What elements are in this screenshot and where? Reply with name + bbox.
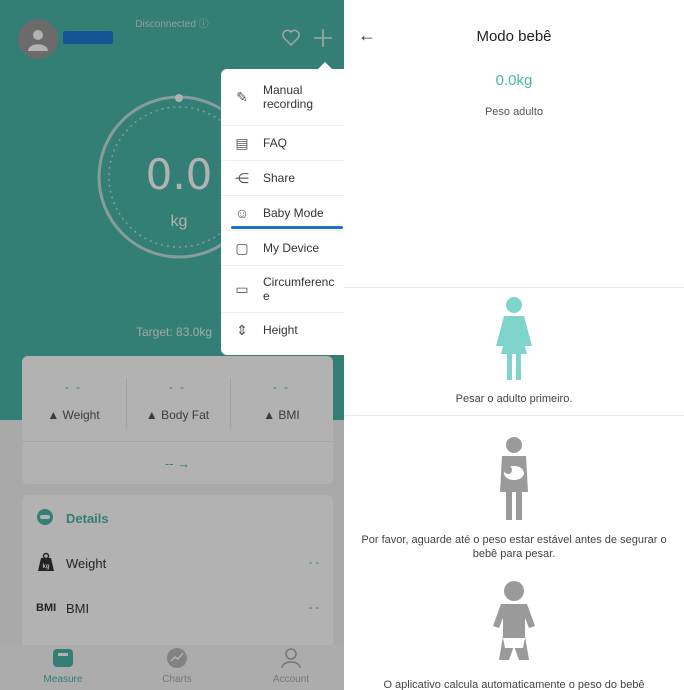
book-icon: ▤	[235, 134, 249, 151]
baby-icon: ☺	[234, 205, 250, 221]
ruler-icon: ▭	[235, 280, 249, 297]
device-icon: ▢	[235, 239, 249, 256]
menu-item-my-device[interactable]: ▢ My Device	[221, 231, 344, 266]
menu-item-circumference[interactable]: ▭ Circumference	[221, 266, 344, 313]
height-icon: ⇕	[236, 321, 248, 338]
baby-mode-screen: ← Modo bebê 0.0kg Peso adulto Pesar o ad…	[344, 0, 684, 690]
adult-weight-label: Peso adulto	[484, 106, 544, 118]
selection-highlight	[231, 226, 343, 229]
adult-weight-value: 0.0kg	[495, 72, 533, 89]
menu-item-manual-recording[interactable]: ✎ Manual recording	[221, 69, 344, 126]
page-title: Modo bebê	[476, 28, 552, 45]
baby-figure-icon	[344, 580, 684, 675]
step2-text: Por favor, aguarde até o peso estar está…	[361, 534, 667, 560]
menu-caret	[318, 62, 332, 69]
menu-item-height[interactable]: ⇕ Height	[221, 313, 344, 347]
share-icon: ⋲	[235, 169, 249, 186]
adult-figure-icon	[344, 296, 684, 387]
step3-text: O aplicativo calcula automaticamente o p…	[383, 679, 645, 690]
divider	[344, 415, 684, 416]
divider	[344, 287, 684, 288]
edit-icon: ✎	[236, 88, 248, 105]
menu-item-share[interactable]: ⋲ Share	[221, 161, 344, 196]
menu-item-faq[interactable]: ▤ FAQ	[221, 126, 344, 161]
dropdown-menu: ✎ Manual recording ▤ FAQ ⋲ Share ☺ Baby …	[221, 62, 344, 355]
step1-text: Pesar o adulto primeiro.	[455, 393, 573, 405]
main-screen: Disconnected ⓘ 0.0 kg Target: 83.0kg - -…	[0, 0, 344, 690]
adult-holding-baby-icon	[344, 436, 684, 527]
